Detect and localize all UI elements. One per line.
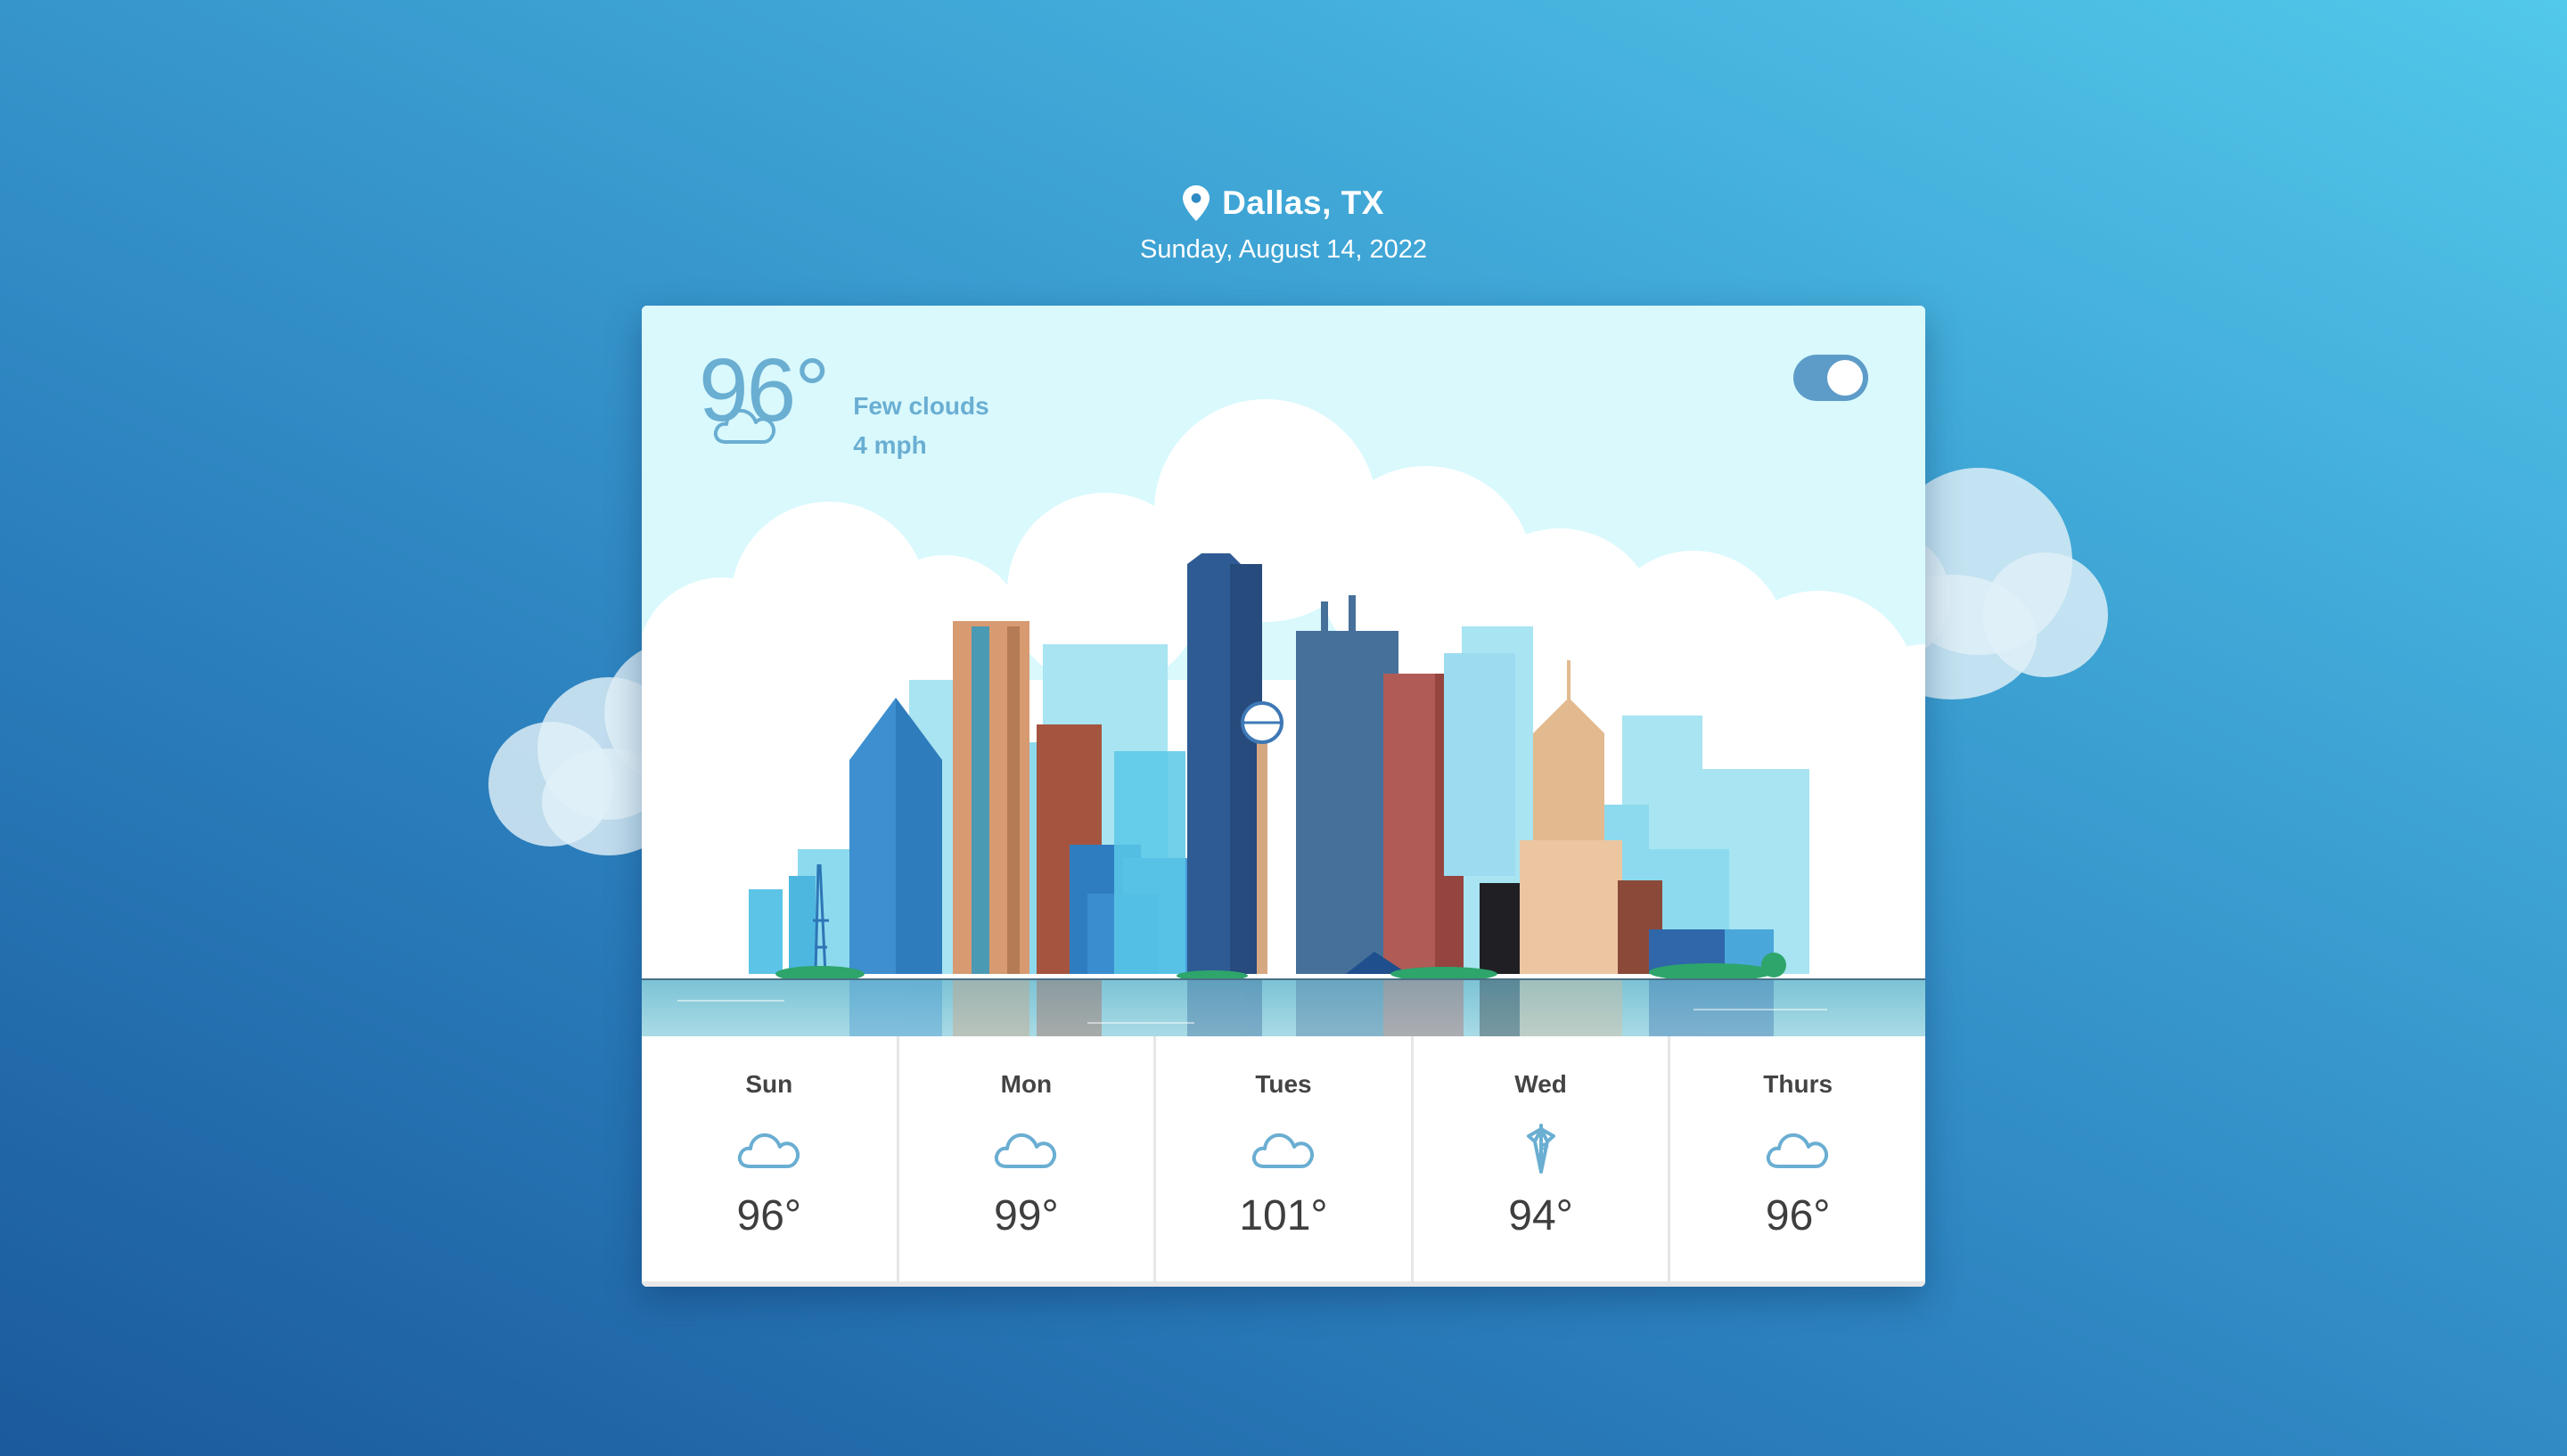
forecast-day-name: Tues (1255, 1070, 1312, 1098)
forecast-day: Thurs 96° (1670, 1036, 1925, 1287)
forecast-day-name: Thurs (1763, 1070, 1833, 1098)
current-conditions: 96° Few clouds 4 mph (699, 346, 989, 465)
condition-text: Few clouds (853, 392, 989, 420)
cloud-icon (1767, 1133, 1829, 1168)
forecast-temperature: 99° (994, 1192, 1059, 1239)
cloud-icon (713, 408, 776, 444)
current-details: Few clouds 4 mph (853, 387, 988, 465)
forecast-day-name: Wed (1514, 1070, 1567, 1098)
forecast-temperature: 96° (736, 1192, 802, 1239)
forecast-temperature: 94° (1508, 1192, 1573, 1239)
forecast-day-name: Mon (1000, 1070, 1053, 1098)
cloud-icon (995, 1133, 1057, 1168)
forecast-day: Wed 94° (1413, 1036, 1671, 1287)
city-skyline-scene: 96° Few clouds 4 mph (642, 306, 1925, 1036)
current-date: Sunday, August 14, 2022 (1140, 235, 1427, 264)
forecast-day-name: Sun (745, 1070, 793, 1098)
cloud-icon (737, 1133, 800, 1168)
forecast-row: Sun 96° Mon 99° Tues 101° Wed 94° Thurs … (642, 1036, 1925, 1287)
location-name: Dallas, TX (1222, 184, 1384, 221)
toggle-knob (1827, 360, 1863, 396)
forecast-day: Sun 96° (642, 1036, 899, 1287)
map-pin-icon (1183, 185, 1210, 221)
forecast-temperature: 96° (1765, 1192, 1831, 1239)
cloud-icon (1251, 1133, 1315, 1168)
umbrella-icon (1526, 1124, 1555, 1174)
weather-card: 96° Few clouds 4 mph Sun 96° Mon 99° Tue… (642, 306, 1925, 1287)
unit-toggle[interactable] (1793, 355, 1868, 401)
location-header: Dallas, TX Sunday, August 14, 2022 (0, 178, 2567, 265)
forecast-day: Tues 101° (1156, 1036, 1414, 1287)
forecast-day: Mon 99° (898, 1036, 1157, 1287)
forecast-temperature: 101° (1239, 1192, 1328, 1239)
wind-speed: 4 mph (853, 431, 927, 459)
location-row: Dallas, TX (0, 178, 2567, 228)
